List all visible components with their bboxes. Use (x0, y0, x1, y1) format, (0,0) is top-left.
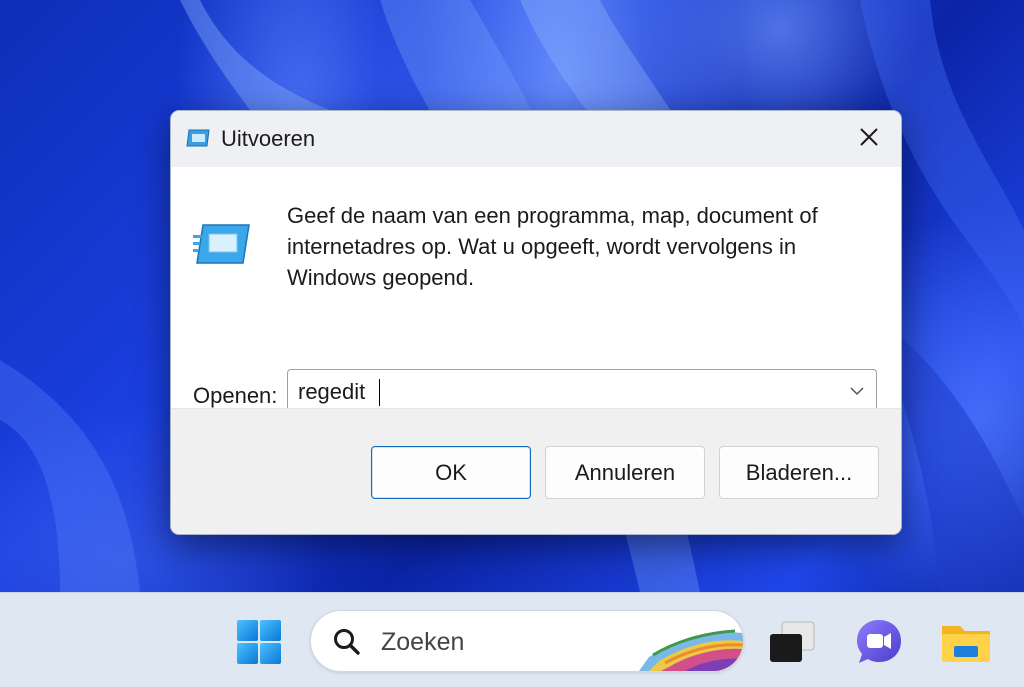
open-label: Openen: (193, 383, 278, 408)
dialog-title: Uitvoeren (221, 126, 316, 151)
run-icon (185, 128, 211, 148)
dropdown-button[interactable] (844, 378, 870, 406)
teams-chat-button[interactable] (853, 616, 905, 668)
windows-start-icon (235, 620, 283, 670)
close-icon (859, 127, 879, 152)
task-view-button[interactable] (766, 616, 818, 668)
chevron-down-icon (850, 383, 864, 401)
file-explorer-icon (940, 626, 992, 672)
search-highlight-image (639, 615, 743, 671)
start-button[interactable] (235, 618, 283, 666)
taskbar: Zoeken (0, 592, 1024, 687)
cancel-button[interactable]: Annuleren (545, 446, 705, 499)
run-dialog: Uitvoeren Geef de naam van een programma… (170, 110, 902, 535)
open-input[interactable] (298, 377, 818, 407)
dialog-body: Geef de naam van een programma, map, doc… (171, 167, 901, 415)
taskbar-search-box[interactable]: Zoeken (310, 610, 744, 672)
teams-chat-icon (853, 620, 905, 672)
dialog-titlebar[interactable]: Uitvoeren (171, 111, 901, 167)
text-caret (379, 379, 380, 406)
browse-button[interactable]: Bladeren... (719, 446, 879, 499)
close-button[interactable] (837, 111, 901, 167)
task-view-icon (766, 621, 818, 672)
search-icon (333, 628, 361, 656)
ok-button[interactable]: OK (371, 446, 531, 499)
run-icon (193, 221, 253, 267)
dialog-description: Geef de naam van een programma, map, doc… (287, 203, 818, 290)
search-placeholder: Zoeken (381, 628, 465, 656)
dialog-footer: OK Annuleren Bladeren... (171, 408, 901, 534)
file-explorer-button[interactable] (940, 616, 992, 668)
